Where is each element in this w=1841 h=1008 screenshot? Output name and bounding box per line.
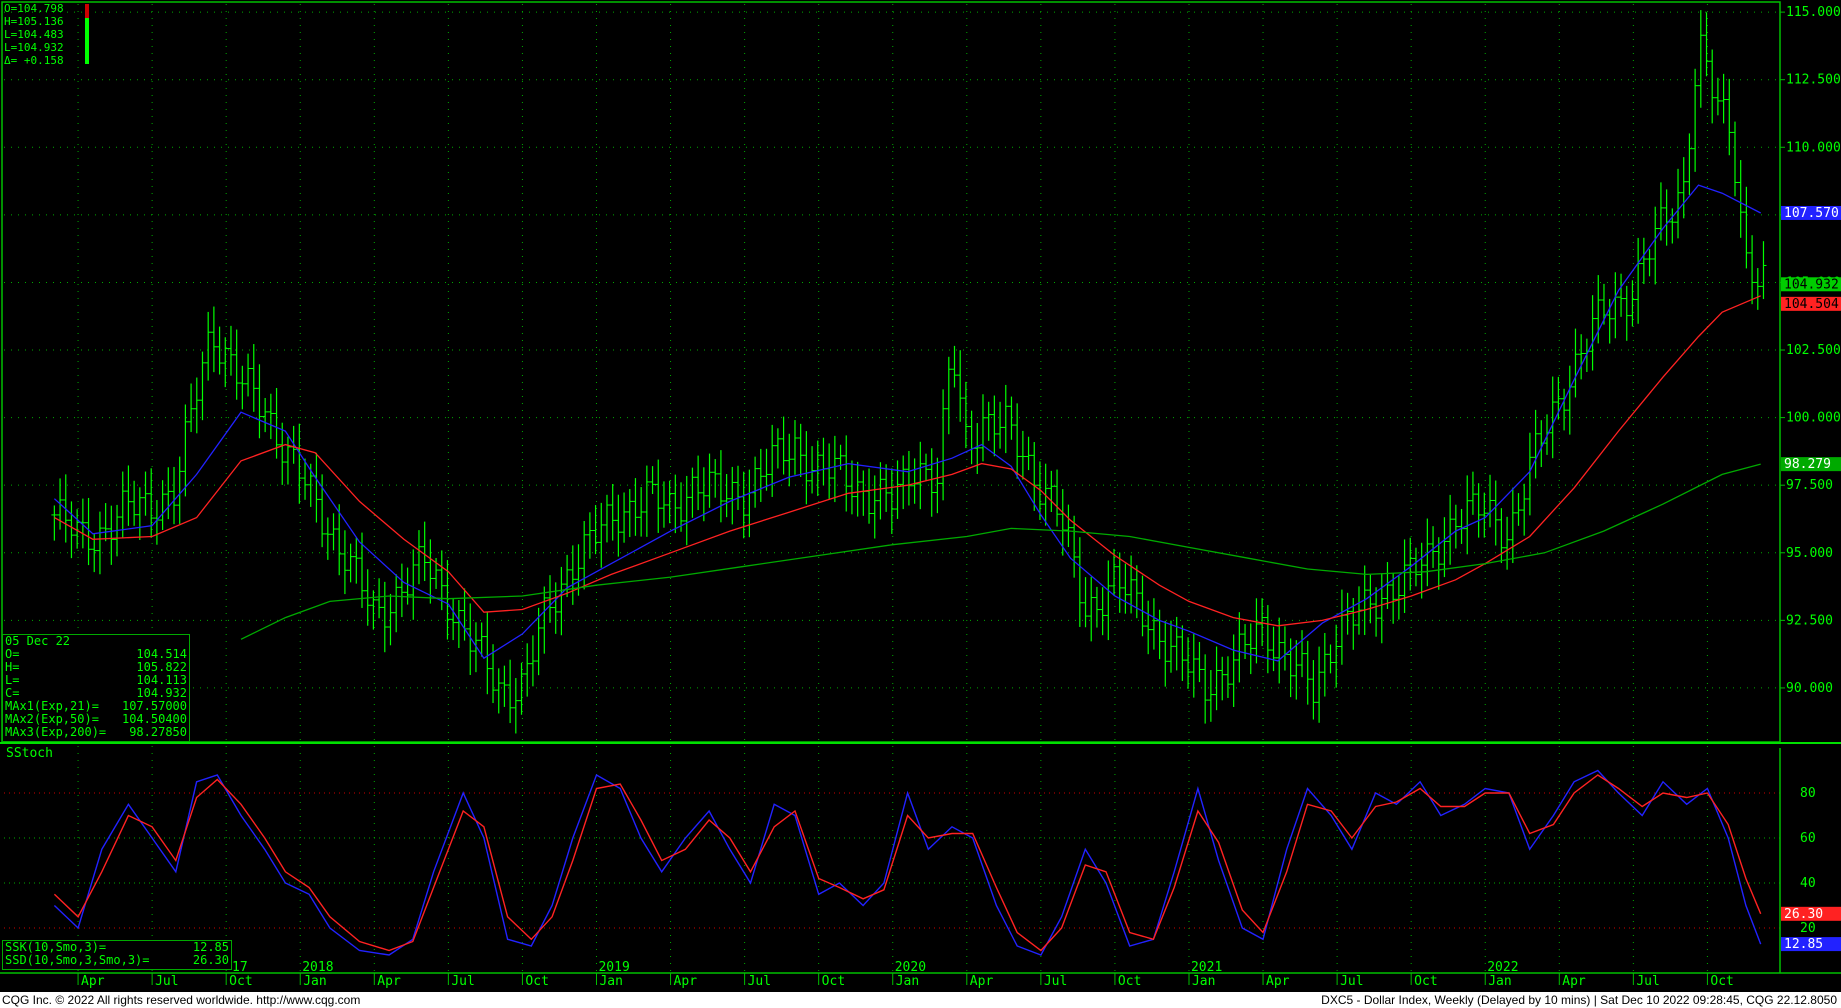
year-label: 17: [232, 960, 248, 975]
year-label: 2019: [598, 960, 629, 975]
stoch-tick-label: 20: [1800, 921, 1816, 936]
symbol-status-text: DXC5 - Dollar Index, Weekly (Delayed by …: [1321, 993, 1837, 1007]
time-tick-label: Jan: [896, 974, 919, 989]
ma200-value-tag: 98.279: [1784, 457, 1831, 472]
time-tick-label: Jul: [1636, 974, 1659, 989]
time-tick-label: Apr: [674, 974, 698, 989]
time-tick-label: Oct: [822, 974, 845, 989]
info-label: MAx3(Exp,200)=: [5, 725, 107, 739]
price-tick-label: 110.000: [1786, 140, 1841, 155]
ssk-value-tag: 12.85: [1784, 937, 1823, 952]
stochastic-panel[interactable]: [53, 769, 1762, 956]
ssd-value: 26.30: [192, 953, 229, 967]
ssd-value-tag: 26.30: [1784, 907, 1823, 922]
stoch-tick-label: 40: [1800, 876, 1816, 891]
time-tick-label: Apr: [1562, 974, 1586, 989]
cursor-info-box: 05 Dec 22 O= 104.514 H= 105.822 L= 104.113 C= 1…: [2, 634, 190, 742]
stoch-tick-label: 60: [1800, 831, 1816, 846]
time-tick-label: Jan: [1488, 974, 1511, 989]
price-tick-label: 95.000: [1786, 546, 1833, 561]
time-tick-label: Jul: [451, 974, 474, 989]
footer-bar: CQG Inc. © 2022 All rights reserved worl…: [0, 992, 1841, 1008]
moving-average-line: [54, 295, 1761, 627]
ohlc-change: Δ= +0.158: [4, 54, 64, 67]
time-tick-label: Jul: [155, 974, 178, 989]
info-row: MAx3(Exp,200)= 98.27850: [3, 726, 189, 739]
moving-average-line: [240, 463, 1761, 640]
time-tick-label: Oct: [1414, 974, 1437, 989]
time-tick-label: Jan: [1192, 974, 1215, 989]
info-value: 98.27850: [129, 725, 187, 739]
ohlc-open: O=104.798: [4, 2, 64, 15]
price-panel[interactable]: [51, 10, 1767, 734]
price-tick-label: 92.500: [1786, 613, 1833, 628]
time-tick-label: Apr: [1266, 974, 1290, 989]
time-tick-label: Jul: [1340, 974, 1363, 989]
time-tick-label: Apr: [377, 974, 401, 989]
year-label: 2022: [1487, 960, 1518, 975]
year-label: 2021: [1191, 960, 1222, 975]
ma50-value-tag: 104.504: [1784, 297, 1839, 312]
ohlc-range-marker: [85, 4, 89, 64]
last-price-tag: 104.932: [1784, 277, 1839, 292]
time-tick-label: Oct: [1710, 974, 1733, 989]
ma21-value-tag: 107.570: [1784, 206, 1839, 221]
time-tick-label: Apr: [970, 974, 994, 989]
price-tick-label: 90.000: [1786, 681, 1833, 696]
year-label: 2020: [895, 960, 926, 975]
time-tick-label: Oct: [229, 974, 252, 989]
price-tick-label: 112.500: [1786, 73, 1841, 88]
stoch-title: SStoch: [6, 746, 53, 761]
price-tick-label: 97.500: [1786, 478, 1833, 493]
time-tick-label: Oct: [525, 974, 548, 989]
year-label: 2018: [302, 960, 333, 975]
ohlc-low: L=104.483: [4, 28, 64, 41]
ohlc-high: H=105.136: [4, 15, 64, 28]
time-tick-label: Apr: [81, 974, 105, 989]
time-tick-label: Jul: [1044, 974, 1067, 989]
time-tick-label: Jan: [303, 974, 326, 989]
ohlc-header: O=104.798 H=105.136 L=104.483 L=104.932 …: [4, 2, 64, 67]
moving-average-line: [53, 184, 1761, 662]
price-panel-border: [1, 1, 1781, 743]
chart-canvas[interactable]: 115.000112.500110.000107.500105.000102.5…: [0, 0, 1841, 1008]
stoch-tick-label: 80: [1800, 786, 1816, 801]
time-tick-label: Oct: [1118, 974, 1141, 989]
stochastic-line: [53, 774, 1762, 952]
copyright-text: CQG Inc. © 2022 All rights reserved worl…: [2, 993, 361, 1007]
price-tick-label: 100.000: [1786, 411, 1841, 426]
stoch-values-box: SSK(10,Smo,3)= 12.85 SSD(10,Smo,3,Smo,3)…: [2, 940, 232, 970]
time-tick-label: Jul: [748, 974, 771, 989]
ohlc-last: L=104.932: [4, 41, 64, 54]
time-tick-label: Jan: [599, 974, 622, 989]
ssd-label: SSD(10,Smo,3,Smo,3)=: [5, 953, 150, 967]
stochastic-line: [53, 769, 1762, 956]
price-tick-label: 102.500: [1786, 343, 1841, 358]
price-tick-label: 115.000: [1786, 5, 1841, 20]
